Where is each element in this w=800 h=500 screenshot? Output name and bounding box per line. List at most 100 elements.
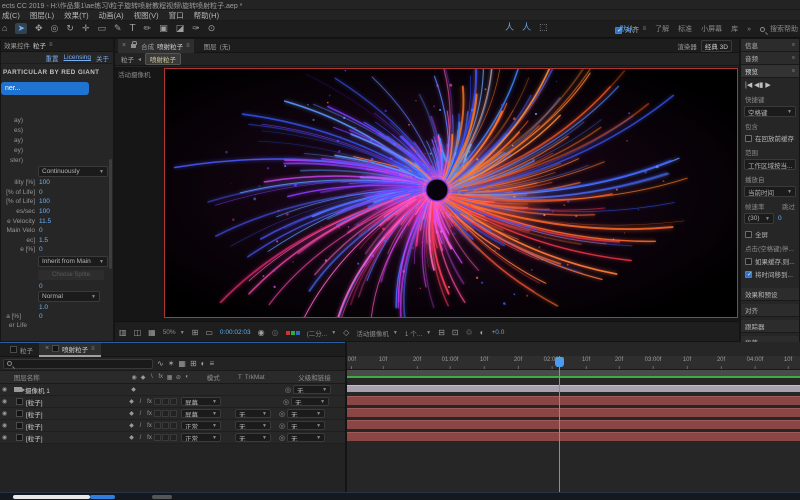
resolution-select[interactable]: (二分...▼ (307, 328, 337, 338)
trkmat-select[interactable]: 无▼ (235, 409, 271, 418)
param-value[interactable]: 1.0 (39, 304, 48, 311)
layer-bar-camera[interactable] (347, 385, 800, 392)
roto-brush-tool-icon[interactable]: ✑ (192, 24, 200, 33)
timeline-search-input[interactable] (3, 359, 153, 369)
emit-behavior-dropdown[interactable]: Continuously▼ (38, 166, 108, 177)
table-row-particle-4[interactable]: ◉ [粒子] ◆/fx 正常▼ 无▼ ◎ 无▼ (0, 432, 345, 444)
effect-group[interactable]: ey) (1, 147, 23, 154)
workspace-search-label[interactable]: 搜索帮助 (770, 24, 798, 34)
workspace-tab-libraries[interactable]: 库 (731, 24, 738, 34)
mode-select[interactable]: 正常▼ (181, 433, 221, 442)
effect-group[interactable]: ster) (1, 157, 23, 164)
parent-select[interactable]: 无▼ (291, 397, 329, 406)
shy-layers-icon[interactable]: ▦ (178, 360, 186, 368)
parent-select[interactable]: 无▼ (287, 421, 325, 430)
view-options-icon[interactable]: ◫ (134, 329, 142, 337)
tab-composition-name[interactable]: 喷射粒子 (157, 41, 183, 51)
mode-select[interactable]: 正常▼ (181, 421, 221, 430)
menu-item-help[interactable]: 帮助(H) (194, 10, 219, 21)
parent-select[interactable]: 无▼ (287, 433, 325, 442)
breadcrumb-parent-comp[interactable]: 粒子 (121, 54, 134, 64)
workspace-tab-small-screen[interactable]: 小屏幕 (701, 24, 722, 34)
composition-mini-flowchart-icon[interactable]: ∿ (157, 360, 164, 368)
param-value[interactable]: 0 (39, 227, 43, 234)
if-cached-checkbox[interactable] (745, 258, 752, 265)
region-of-interest-icon[interactable]: ▭ (205, 329, 213, 337)
preview-transport-buttons[interactable]: |◀ ◀▮ ▶ (741, 78, 799, 92)
fullscreen-checkbox[interactable] (745, 231, 752, 238)
tab-effect-controls[interactable]: 效果控件 (4, 40, 30, 50)
puppet-pin-tool-icon[interactable]: ⊙ (208, 24, 216, 33)
workspace-tab-learn[interactable]: 了解 (655, 24, 669, 34)
param-value[interactable]: 11.5 (39, 218, 51, 225)
play-from-select[interactable]: 当前时间▼ (744, 186, 796, 197)
table-row-particle-1[interactable]: ◉ [粒子] ◆/fx 屏幕▼ ◎ 无▼ (0, 396, 345, 408)
effect-group[interactable]: ay) (1, 137, 23, 144)
column-header-mode[interactable]: 模式 (192, 372, 235, 382)
panel-header-align[interactable]: 对齐 (741, 304, 799, 317)
grid-guides-icon[interactable]: ⊞ (192, 329, 199, 337)
effect-group[interactable]: es) (1, 127, 23, 134)
text-tool-icon[interactable]: T (130, 24, 136, 34)
exposure-icon[interactable]: ◐ (480, 329, 485, 337)
search-icon[interactable] (760, 27, 765, 32)
layer-bar-particle-2[interactable] (347, 408, 800, 417)
cache-before-playback-checkbox[interactable] (745, 135, 752, 142)
channels-icon[interactable] (286, 331, 300, 335)
pickwhip-icon[interactable]: ◎ (285, 386, 291, 394)
layer-name[interactable]: [粒子] (26, 397, 127, 407)
shy-column-icon[interactable]: ◉ (130, 374, 139, 381)
param-value[interactable]: 0 (39, 246, 43, 253)
timeline-track-area[interactable]: :00f 10f 20f 01:00f 10f 20f 02:00f 10f 2… (345, 342, 800, 492)
brush-tool-icon[interactable]: ✏ (144, 24, 152, 33)
panel-menu-icon[interactable]: ≡ (186, 43, 190, 49)
panel-header-audio[interactable]: 音频≡ (741, 52, 799, 65)
home-icon[interactable]: ⌂ (2, 24, 7, 33)
workspace-overflow-chevron[interactable]: » (747, 26, 751, 33)
param-value[interactable]: 1.5 (39, 237, 48, 244)
menu-item-animation[interactable]: 动画(A) (99, 10, 124, 21)
aux-type-dropdown[interactable]: Inherit from Main▼ (38, 256, 108, 267)
workspace-tab-standard[interactable]: 标准 (678, 24, 692, 34)
motion-blur-column-icon[interactable]: ⊘ (174, 374, 183, 381)
param-value[interactable]: 100 (39, 198, 50, 205)
layer-name[interactable]: [粒子] (26, 421, 127, 431)
eye-icon[interactable]: ◉ (0, 398, 9, 405)
column-header-trk-t[interactable]: T (235, 374, 245, 381)
graph-editor-icon[interactable]: ≡ (210, 360, 215, 368)
timeline-zoom-handle[interactable] (90, 495, 115, 499)
eraser-tool-icon[interactable]: ◪ (176, 24, 185, 33)
layer-name[interactable]: [粒子] (26, 409, 127, 419)
paragraph-panel-icon[interactable]: 人 (522, 23, 531, 32)
panel-menu-icon[interactable]: ≡ (91, 346, 95, 352)
close-tab-icon[interactable]: × (45, 345, 49, 352)
character-panel-icon[interactable]: 人 (505, 23, 514, 32)
mode-select[interactable]: 屏幕▼ (181, 397, 221, 406)
effect-panel-scrollbar[interactable] (109, 159, 112, 269)
layer-bar-particle-3[interactable] (347, 420, 800, 429)
param-value[interactable]: 0 (39, 313, 43, 320)
eye-icon[interactable]: ◉ (0, 386, 9, 393)
renderer-value[interactable]: 经典 3D (701, 40, 732, 52)
adjustment-column-icon[interactable]: ◐ (183, 374, 192, 380)
timeline-tab-particle[interactable]: 粒子 (4, 343, 39, 357)
table-row-camera[interactable]: ◉ 摄像机 1 ◆ ◎ 无▼ (0, 384, 345, 396)
shape-tool-icon[interactable]: ▭ (97, 24, 106, 33)
pen-tool-icon[interactable]: ✎ (114, 24, 122, 33)
column-header-parent[interactable]: 父级和链接 (284, 372, 345, 382)
column-header-layer-name[interactable]: 图层名称 (14, 372, 130, 382)
zoom-tool-icon[interactable]: ◎ (51, 24, 59, 33)
trkmat-select[interactable]: 无▼ (235, 433, 271, 442)
mode-select[interactable]: 屏幕▼ (181, 409, 221, 418)
current-time-display[interactable]: 0:00:02:03 (220, 329, 251, 336)
param-value[interactable]: 0 (39, 189, 43, 196)
playhead-handle[interactable] (555, 357, 564, 367)
layer-bar-particle-4[interactable] (347, 432, 800, 441)
exposure-value[interactable]: +0.0 (492, 329, 505, 336)
eye-icon[interactable]: ◉ (0, 410, 9, 417)
frame-blending-icon[interactable]: ⊞ (190, 360, 197, 368)
pickwhip-icon[interactable]: ◎ (279, 410, 285, 418)
flowchart-icon[interactable]: ♲ (465, 329, 472, 337)
panel-header-preview[interactable]: 预览≡ (741, 65, 799, 78)
hand-tool-icon[interactable]: ✥ (35, 24, 43, 33)
